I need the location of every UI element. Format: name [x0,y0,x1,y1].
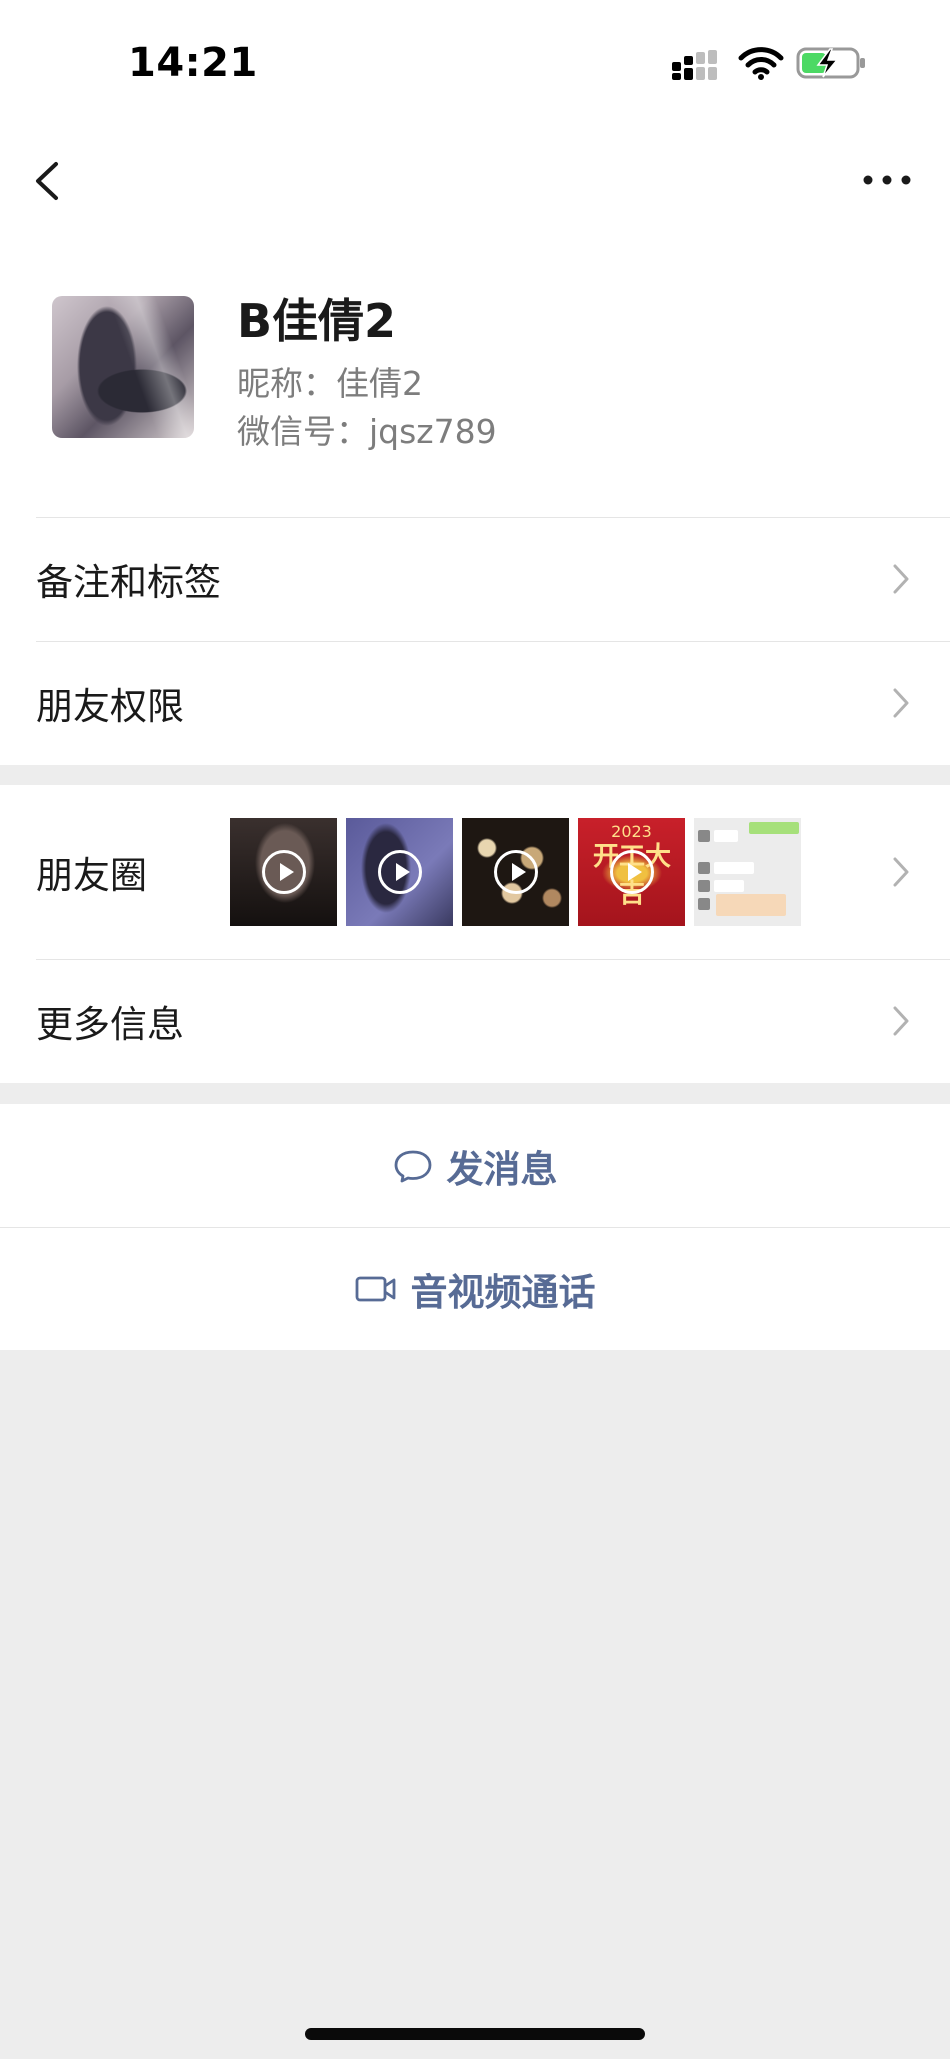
chat-avatar [698,862,710,874]
more-info-label: 更多信息 [36,1003,184,1046]
remarks-tags-row[interactable]: 备注和标签 [0,517,950,641]
chat-bubble [714,862,754,874]
moments-thumbnail [694,818,801,926]
more-options-icon[interactable] [862,172,912,188]
chat-bubble-icon [394,1150,431,1182]
friend-permissions-label: 朋友权限 [36,685,184,728]
friend-permissions-row[interactable]: 朋友权限 [0,641,950,765]
play-icon [610,850,654,894]
moments-thumbnail [230,818,337,926]
moments-thumbnail [346,818,453,926]
chat-bubble [749,822,799,834]
home-indicator[interactable] [305,2028,645,2040]
profile-header: B佳倩2 昵称：佳倩2 微信号：jqsz789 [0,240,950,518]
contact-profile-page: 14:21 B佳倩2 昵称：佳倩2 微信号：jqsz789 备注和标签 朋友权限… [0,0,950,2059]
contact-wechat-id: 微信号：jqsz789 [237,412,497,451]
chevron-right-icon [893,857,909,887]
chat-card [716,894,786,916]
battery-charging-icon [796,47,865,79]
navigation-bar [0,120,950,240]
play-icon [378,850,422,894]
status-bar: 14:21 [0,0,950,120]
chevron-right-icon [893,1006,909,1036]
moments-label: 朋友圈 [36,854,147,897]
send-message-button[interactable]: 发消息 [0,1104,950,1227]
remarks-tags-label: 备注和标签 [36,561,221,604]
settings-group-2: 朋友圈 2023 开工大吉 更多信息 [0,785,950,1083]
chat-bubble [714,880,744,892]
play-icon [262,850,306,894]
chat-avatar [698,898,710,910]
wifi-icon [738,47,784,80]
settings-group-1: 备注和标签 朋友权限 [0,517,950,765]
chat-avatar [698,880,710,892]
av-call-label: 音视频通话 [410,1270,596,1314]
chat-bubble [714,830,738,842]
moments-row[interactable]: 朋友圈 2023 开工大吉 [0,785,950,959]
back-chevron-icon[interactable] [30,158,70,204]
cellular-signal-icon [672,50,717,80]
play-icon [494,850,538,894]
contact-name: B佳倩2 [237,294,397,348]
send-message-label: 发消息 [446,1147,558,1191]
contact-nickname: 昵称：佳倩2 [237,364,423,403]
moments-thumbnails: 2023 开工大吉 [230,818,801,926]
av-call-button[interactable]: 音视频通话 [0,1227,950,1350]
moments-thumbnail [462,818,569,926]
chat-avatar [698,830,710,842]
chevron-right-icon [893,564,909,594]
avatar[interactable] [52,296,194,438]
action-buttons: 发消息 音视频通话 [0,1104,950,1350]
chevron-right-icon [893,688,909,718]
more-info-row[interactable]: 更多信息 [0,959,950,1083]
video-camera-icon [355,1276,395,1301]
status-time: 14:21 [128,40,258,86]
moments-thumbnail: 2023 开工大吉 [578,818,685,926]
